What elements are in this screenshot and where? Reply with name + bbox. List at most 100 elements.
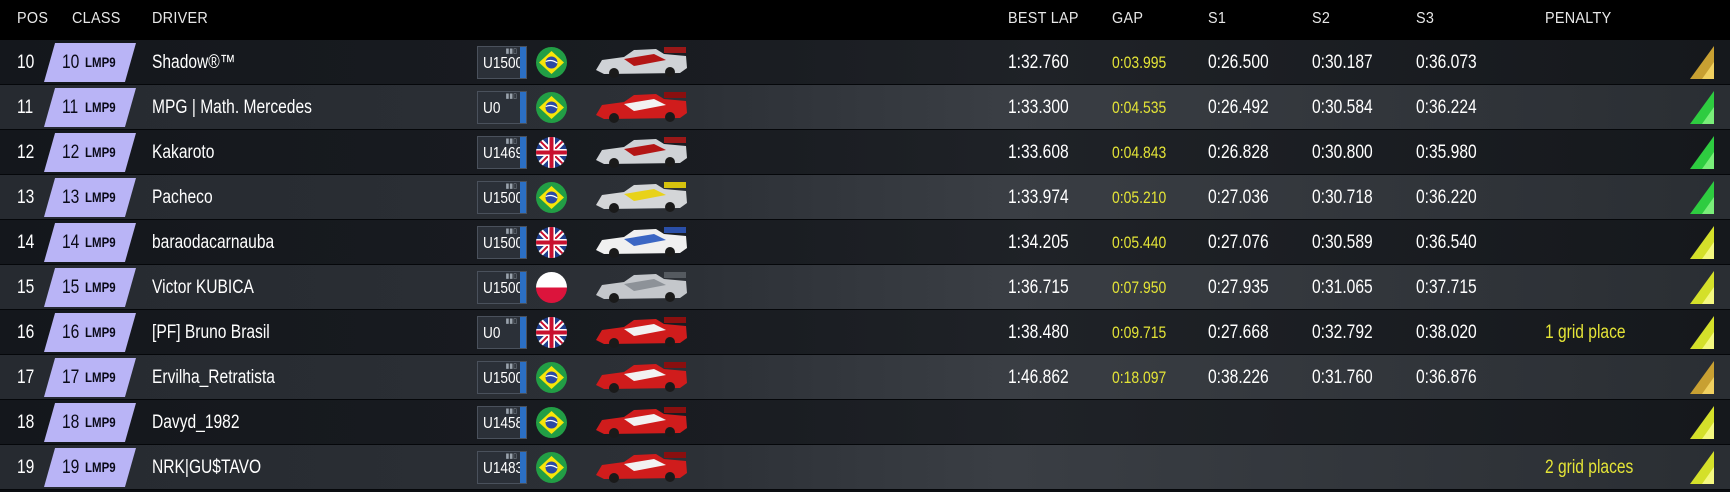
sector-3: 0:36.224 — [1416, 97, 1477, 118]
silver-yellow-car-icon — [596, 182, 687, 213]
brazil-flag-icon — [536, 92, 567, 123]
red-car-icon — [596, 407, 687, 438]
driver-name: [PF] Bruno Brasil — [152, 322, 270, 343]
table-row[interactable]: 17 17 LMP9 Ervilha_Retratista ▮▮▯ U1500 1… — [0, 355, 1730, 400]
class-name: LMP9 — [85, 54, 116, 70]
table-row[interactable]: 18 18 LMP9 Davyd_1982 ▮▮▯ U1458 — [0, 400, 1730, 445]
position: 19 — [17, 457, 35, 478]
header-gap: GAP — [1112, 10, 1144, 27]
best-lap: 1:33.974 — [1008, 187, 1069, 208]
header-pos: POS — [17, 10, 49, 27]
sector-3: 0:37.715 — [1416, 277, 1477, 298]
class-name: LMP9 — [85, 144, 116, 160]
gap: 0:05.210 — [1112, 188, 1167, 207]
red-car-icon — [596, 452, 687, 483]
white-blue-car-icon — [596, 227, 687, 258]
green-indicator-icon — [1690, 136, 1714, 169]
sector-2: 0:30.800 — [1312, 142, 1373, 163]
table-row[interactable]: 15 15 LMP9 Victor KUBICA ▮▮▯ U1500 1:36.7… — [0, 265, 1730, 310]
gap: 0:04.535 — [1112, 98, 1167, 117]
sector-2: 0:30.589 — [1312, 232, 1373, 253]
table-row[interactable]: 11 11 LMP9 MPG | Math. Mercedes ▮▮▯ U0 1:… — [0, 85, 1730, 130]
brazil-flag-icon — [536, 452, 567, 483]
best-lap: 1:38.480 — [1008, 322, 1069, 343]
green-indicator-icon — [1690, 181, 1714, 214]
sector-2: 0:30.584 — [1312, 97, 1373, 118]
rating-badge: ▮▮▯ U0 — [477, 316, 527, 349]
sector-2: 0:31.065 — [1312, 277, 1373, 298]
driver-name: NRK|GU$TAVO — [152, 457, 262, 478]
table-row[interactable]: 12 12 LMP9 Kakaroto ▮▮▯ U1469 1:33.608 0:… — [0, 130, 1730, 175]
header-s3: S3 — [1416, 10, 1435, 27]
rating-badge: ▮▮▯ U1483 — [477, 451, 527, 484]
sector-3: 0:36.073 — [1416, 52, 1477, 73]
sector-2: 0:31.760 — [1312, 367, 1373, 388]
amber-indicator-icon — [1690, 46, 1714, 79]
penalty: 1 grid place — [1545, 322, 1626, 343]
driver-name: Davyd_1982 — [152, 412, 240, 433]
red-car-icon — [596, 362, 687, 393]
best-lap: 1:46.862 — [1008, 367, 1069, 388]
gap: 0:18.097 — [1112, 368, 1167, 387]
position: 13 — [17, 187, 35, 208]
rating-badge: ▮▮▯ U1469 — [477, 136, 527, 169]
standings-header: POS CLASS DRIVER BEST LAP GAP S1 S2 S3 P… — [0, 0, 1730, 40]
best-lap: 1:32.760 — [1008, 52, 1069, 73]
rating-badge: ▮▮▯ U1500 — [477, 181, 527, 214]
best-lap: 1:33.300 — [1008, 97, 1069, 118]
header-s1: S1 — [1208, 10, 1227, 27]
yellow-indicator-icon — [1690, 316, 1714, 349]
header-penalty: PENALTY — [1545, 10, 1612, 27]
class-name: LMP9 — [85, 99, 116, 115]
class-position: 14 — [62, 232, 80, 253]
green-indicator-icon — [1690, 91, 1714, 124]
brazil-flag-icon — [536, 362, 567, 393]
sector-2: 0:32.792 — [1312, 322, 1373, 343]
rating-badge: ▮▮▯ U1500 — [477, 271, 527, 304]
gap: 0:05.440 — [1112, 233, 1167, 252]
table-row[interactable]: 19 19 LMP9 NRK|GU$TAVO ▮▮▯ U1483 2 grid p… — [0, 445, 1730, 490]
yellow-indicator-icon — [1690, 226, 1714, 259]
driver-name: Victor KUBICA — [152, 277, 254, 298]
class-name: LMP9 — [85, 414, 116, 430]
driver-name: baraodacarnauba — [152, 232, 275, 253]
sector-1: 0:27.036 — [1208, 187, 1269, 208]
rating-badge: ▮▮▯ U1458 — [477, 406, 527, 439]
gap: 0:04.843 — [1112, 143, 1167, 162]
brazil-flag-icon — [536, 47, 567, 78]
rating-badge: ▮▮▯ U1500 — [477, 361, 527, 394]
red-car-icon — [596, 317, 687, 348]
best-lap: 1:34.205 — [1008, 232, 1069, 253]
class-name: LMP9 — [85, 459, 116, 475]
position: 12 — [17, 142, 35, 163]
sector-1: 0:27.076 — [1208, 232, 1269, 253]
header-s2: S2 — [1312, 10, 1331, 27]
gap: 0:03.995 — [1112, 53, 1167, 72]
driver-name: Kakaroto — [152, 142, 215, 163]
sector-1: 0:26.828 — [1208, 142, 1269, 163]
table-row[interactable]: 16 16 LMP9 [PF] Bruno Brasil ▮▮▯ U0 1:38.… — [0, 310, 1730, 355]
class-name: LMP9 — [85, 369, 116, 385]
best-lap: 1:36.715 — [1008, 277, 1069, 298]
yellow-indicator-icon — [1690, 451, 1714, 484]
table-row[interactable]: 13 13 LMP9 Pacheco ▮▮▯ U1500 1:33.974 0:0… — [0, 175, 1730, 220]
sector-3: 0:35.980 — [1416, 142, 1477, 163]
sector-3: 0:36.876 — [1416, 367, 1477, 388]
class-name: LMP9 — [85, 234, 116, 250]
class-name: LMP9 — [85, 324, 116, 340]
class-position: 13 — [62, 187, 80, 208]
sector-1: 0:38.226 — [1208, 367, 1269, 388]
uk-flag-icon — [536, 317, 567, 348]
class-position: 18 — [62, 412, 80, 433]
uk-flag-icon — [536, 137, 567, 168]
table-row[interactable]: 14 14 LMP9 baraodacarnauba ▮▮▯ U1500 1:34… — [0, 220, 1730, 265]
yellow-indicator-icon — [1690, 271, 1714, 304]
rating-badge: ▮▮▯ U0 — [477, 91, 527, 124]
silver-car-icon — [596, 272, 687, 303]
driver-name: MPG | Math. Mercedes — [152, 97, 312, 118]
sector-2: 0:30.718 — [1312, 187, 1373, 208]
sector-1: 0:26.500 — [1208, 52, 1269, 73]
rating-badge: ▮▮▯ U1500 — [477, 46, 527, 79]
table-row[interactable]: 10 10 LMP9 Shadow®™ ▮▮▯ U1500 1:32.760 0:… — [0, 40, 1730, 85]
brazil-flag-icon — [536, 407, 567, 438]
